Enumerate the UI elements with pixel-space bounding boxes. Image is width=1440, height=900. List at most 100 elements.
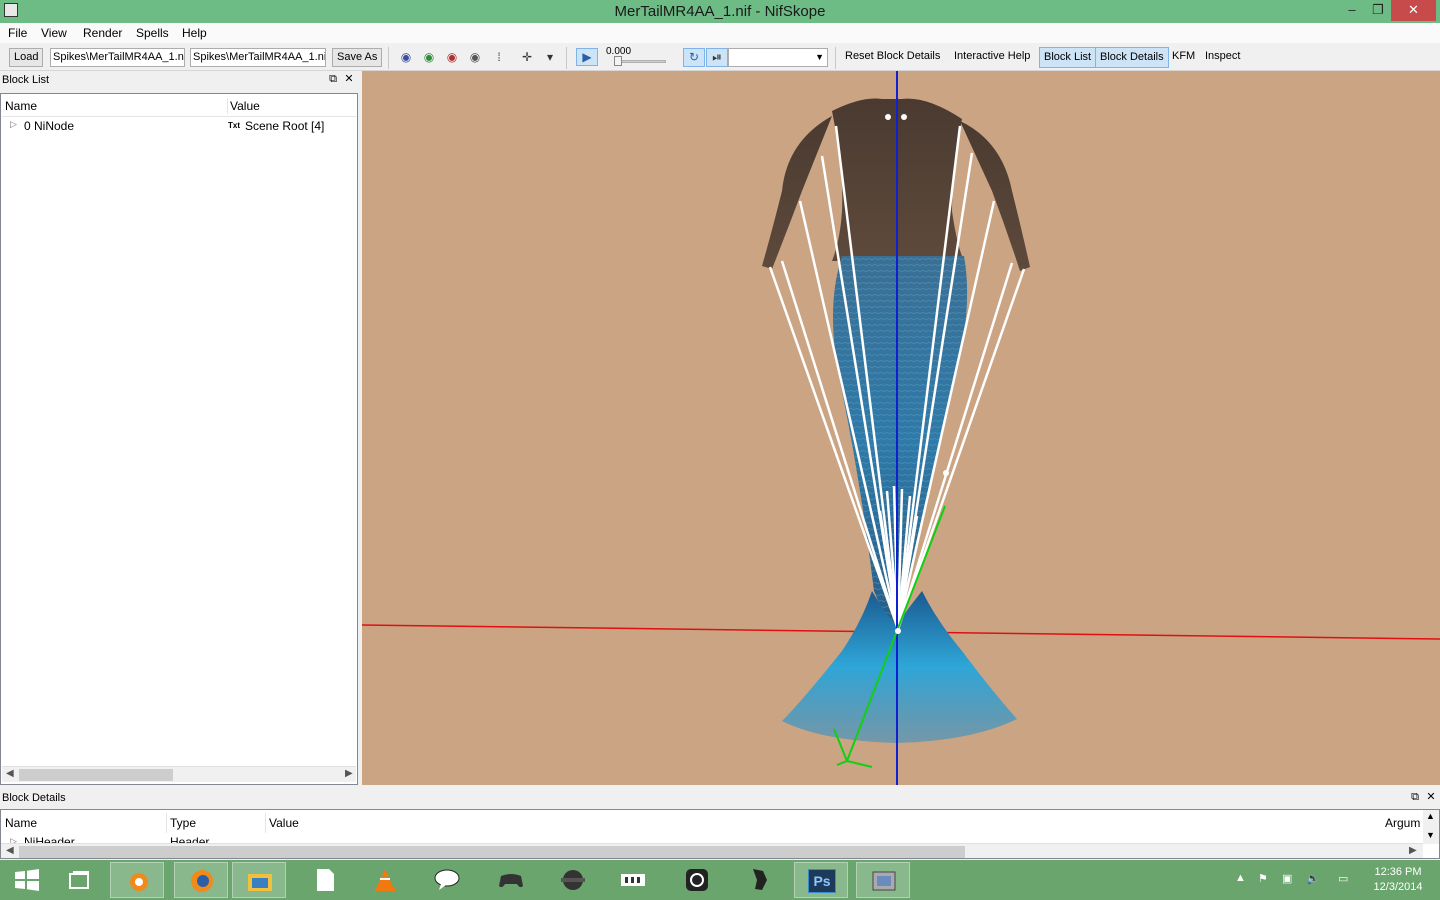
clock-date: 12/3/2014: [1373, 881, 1423, 893]
taskbar-hero-app[interactable]: [732, 862, 786, 898]
action-center-flag-icon[interactable]: ⚑: [1258, 872, 1268, 885]
restore-button[interactable]: ❐: [1366, 0, 1390, 21]
scroll-down-icon[interactable]: ▼: [1426, 830, 1435, 840]
horizontal-scrollbar[interactable]: ◀ ▶: [1, 843, 1423, 858]
menu-view[interactable]: View: [41, 26, 67, 40]
inspect-button[interactable]: Inspect: [1205, 50, 1240, 62]
close-icon[interactable]: ✕: [1425, 791, 1437, 803]
start-button[interactable]: [0, 862, 50, 898]
scrollbar-thumb[interactable]: [19, 769, 173, 781]
block-details-toggle[interactable]: Block Details: [1095, 47, 1169, 68]
save-as-button[interactable]: Save As: [332, 48, 383, 67]
show-hidden-icons-icon[interactable]: ▲: [1235, 872, 1246, 884]
taskbar-vlc[interactable]: [358, 862, 412, 898]
load-path-field[interactable]: Spikes\MerTailMR4AA_1.nif: [50, 48, 185, 67]
window-title: MerTailMR4AA_1.nif - NifSkope: [614, 3, 826, 20]
block-list-tree[interactable]: Name Value ▷ 0 NiNode Txt Scene Root [4]…: [0, 93, 358, 785]
column-header-value[interactable]: Value: [269, 816, 299, 830]
play-button[interactable]: ▶: [576, 48, 598, 66]
taskbar-photoshop[interactable]: Ps: [794, 862, 848, 898]
vertical-scrollbar[interactable]: ▲ ▼: [1423, 810, 1439, 844]
scrollbar-thumb[interactable]: [19, 846, 965, 858]
creation-kit-icon: [561, 870, 585, 890]
menu-file[interactable]: File: [8, 26, 27, 40]
scroll-right-icon[interactable]: ▶: [1409, 845, 1417, 856]
hero-icon: [753, 869, 767, 890]
taskbar-creation-kit[interactable]: [546, 862, 600, 898]
taskbar-notepad[interactable]: [298, 862, 352, 898]
taskbar-nifskope[interactable]: [856, 862, 910, 898]
dropdown-arrow-icon[interactable]: ▾: [541, 49, 559, 65]
taskbar-blender[interactable]: [110, 862, 164, 898]
header-divider: [2, 116, 356, 117]
horizontal-scrollbar[interactable]: ◀ ▶: [2, 766, 356, 782]
taskbar: Ps ▲ ⚑ ▣ 🔈 ▭ 12:36 PM 12/3/2014: [0, 860, 1440, 900]
row-value: Scene Root [4]: [245, 119, 325, 133]
mtl-icon: [621, 874, 645, 886]
menu-spells[interactable]: Spells: [136, 26, 169, 40]
column-header-name[interactable]: Name: [5, 816, 37, 830]
column-header-type[interactable]: Type: [170, 816, 196, 830]
network-icon[interactable]: ▣: [1282, 872, 1292, 885]
footprints-icon[interactable]: ⁞: [490, 49, 508, 65]
scroll-right-icon[interactable]: ▶: [345, 768, 353, 779]
mermaid-model-render: [362, 71, 1440, 785]
save-path-field[interactable]: Spikes\MerTailMR4AA_1.nif: [190, 48, 326, 67]
render-viewport[interactable]: [362, 71, 1440, 785]
taskbar-steam[interactable]: [670, 862, 724, 898]
kfm-button[interactable]: KFM: [1172, 50, 1195, 62]
loop-icon[interactable]: ↻: [683, 48, 705, 67]
column-divider[interactable]: [265, 813, 266, 833]
steam-icon: [686, 869, 708, 891]
clock-time: 12:36 PM: [1374, 866, 1422, 878]
float-icon[interactable]: ⧉: [1409, 791, 1421, 803]
close-icon[interactable]: ✕: [343, 73, 355, 85]
animation-select[interactable]: ▼: [728, 48, 828, 67]
block-details-table[interactable]: Name Type Value Argum ▷ NiHeader Header …: [0, 809, 1440, 859]
eye-blue-icon[interactable]: ◉: [397, 49, 415, 65]
table-row[interactable]: ▷ 0 NiNode Txt Scene Root [4]: [2, 118, 356, 136]
expand-arrow-icon[interactable]: ▷: [10, 119, 17, 130]
move-axes-icon[interactable]: ✛: [518, 49, 536, 65]
menu-help[interactable]: Help: [182, 26, 207, 40]
block-list-title: Block List: [2, 74, 50, 86]
task-view-button[interactable]: [52, 862, 106, 898]
float-icon[interactable]: ⧉: [327, 73, 339, 85]
volume-icon[interactable]: 🔈: [1306, 872, 1320, 885]
column-divider[interactable]: [166, 813, 167, 833]
minimize-button[interactable]: –: [1342, 0, 1362, 21]
scroll-left-icon[interactable]: ◀: [6, 768, 14, 779]
gamepad-icon: [499, 874, 523, 888]
system-clock[interactable]: 12:36 PM 12/3/2014: [1368, 865, 1428, 895]
eye-green-icon[interactable]: ◉: [420, 49, 438, 65]
eye-gray-icon[interactable]: ◉: [466, 49, 484, 65]
taskbar-chat[interactable]: [420, 862, 474, 898]
scroll-up-icon[interactable]: ▲: [1426, 811, 1435, 821]
load-button[interactable]: Load: [9, 48, 44, 67]
taskbar-firefox[interactable]: [174, 862, 228, 898]
block-details-title: Block Details: [2, 792, 66, 804]
taskbar-mtl[interactable]: [606, 862, 660, 898]
close-button[interactable]: ✕: [1391, 0, 1436, 21]
folder-icon: [248, 874, 272, 891]
column-divider[interactable]: [227, 98, 228, 114]
vlc-icon: [375, 869, 395, 891]
eye-red-icon[interactable]: ◉: [443, 49, 461, 65]
interactive-help-button[interactable]: Interactive Help: [954, 50, 1030, 62]
toolbar-separator: [388, 47, 389, 69]
scroll-left-icon[interactable]: ◀: [6, 845, 14, 856]
time-slider-handle[interactable]: [614, 56, 622, 66]
reset-block-details-button[interactable]: Reset Block Details: [845, 50, 940, 62]
taskbar-gamepad[interactable]: [484, 862, 538, 898]
menu-render[interactable]: Render: [83, 26, 122, 40]
column-header-arguments[interactable]: Argum: [1385, 816, 1420, 830]
keyboard-icon[interactable]: ▭: [1338, 872, 1348, 885]
switch-animation-icon[interactable]: ⏯: [706, 48, 728, 67]
column-header-value[interactable]: Value: [230, 99, 260, 113]
taskbar-file-explorer[interactable]: [232, 862, 286, 898]
document-icon: [317, 869, 334, 891]
block-list-toggle[interactable]: Block List: [1039, 47, 1097, 68]
block-details-dock: Block Details ⧉ ✕ Name Type Value Argum …: [0, 789, 1440, 859]
task-view-icon: [69, 871, 89, 889]
column-header-name[interactable]: Name: [5, 99, 37, 113]
